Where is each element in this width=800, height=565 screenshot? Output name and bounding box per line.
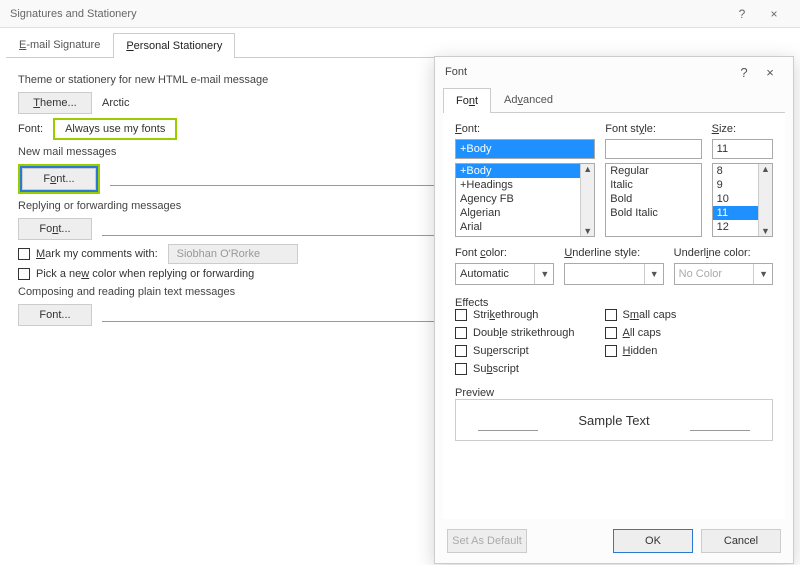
preview-header: Preview xyxy=(455,387,773,399)
scrollbar[interactable]: ▲▼ xyxy=(580,164,594,236)
ok-button[interactable]: OK xyxy=(613,529,693,553)
chevron-down-icon: ▼ xyxy=(644,264,659,284)
list-item[interactable]: +Headings xyxy=(456,178,594,192)
font-label: Font: xyxy=(18,123,43,135)
set-default-button: Set As Default xyxy=(447,529,527,553)
size-listbox[interactable]: 8 9 10 11 12 ▲▼ xyxy=(712,163,773,237)
dialog-title: Font xyxy=(445,66,467,78)
font-color-label: Font color: xyxy=(455,247,554,259)
underline-color-dropdown[interactable]: No Color▼ xyxy=(674,263,773,285)
strikethrough-checkbox[interactable]: Strikethrough xyxy=(455,309,575,321)
font-color-dropdown[interactable]: Automatic▼ xyxy=(455,263,554,285)
theme-button[interactable]: Theme... xyxy=(18,92,92,114)
tab-personal-stationery[interactable]: Personal Stationery xyxy=(113,33,235,58)
style-input[interactable] xyxy=(605,139,701,159)
subscript-checkbox[interactable]: Subscript xyxy=(455,363,575,375)
scrollbar[interactable]: ▲▼ xyxy=(758,164,772,236)
underline-style-dropdown[interactable]: ▼ xyxy=(564,263,663,285)
font-button-plain[interactable]: Font... xyxy=(18,304,92,326)
list-item[interactable]: Regular xyxy=(606,164,700,178)
dialog-footer: Set As Default OK Cancel xyxy=(435,519,793,563)
chevron-down-icon: ▼ xyxy=(534,264,549,284)
underline-style-label: Underline style: xyxy=(564,247,663,259)
style-field-label: Font style: xyxy=(605,123,701,135)
help-icon[interactable]: ? xyxy=(726,7,758,21)
font-listbox[interactable]: +Body +Headings Agency FB Algerian Arial… xyxy=(455,163,595,237)
close-icon[interactable]: × xyxy=(758,7,790,21)
font-input[interactable]: +Body xyxy=(455,139,595,159)
font-button-new[interactable]: Font... xyxy=(22,168,96,190)
theme-name: Arctic xyxy=(102,97,130,109)
small-caps-checkbox[interactable]: Small caps xyxy=(605,309,677,321)
list-item[interactable]: +Body xyxy=(456,164,594,178)
style-listbox[interactable]: Regular Italic Bold Bold Italic xyxy=(605,163,701,237)
close-icon[interactable]: × xyxy=(757,65,783,80)
size-input[interactable]: 11 xyxy=(712,139,773,159)
chevron-down-icon: ▼ xyxy=(753,264,768,284)
hidden-checkbox[interactable]: Hidden xyxy=(605,345,677,357)
mark-comments-checkbox[interactable]: Mark my comments with: xyxy=(18,248,158,260)
list-item[interactable]: Arial xyxy=(456,220,594,234)
preview-box: Sample Text xyxy=(455,399,773,441)
list-item[interactable]: Bold Italic xyxy=(606,206,700,220)
font-dialog: Font ? × Font Advanced Font: +Body +Body… xyxy=(434,56,794,564)
checkbox-icon xyxy=(18,268,30,280)
tab-email-signature[interactable]: E-mail Signature xyxy=(6,32,113,57)
help-icon[interactable]: ? xyxy=(731,65,757,80)
cancel-button[interactable]: Cancel xyxy=(701,529,781,553)
dialog-tabs: Font Advanced xyxy=(435,87,793,112)
dialog-titlebar: Font ? × xyxy=(435,57,793,87)
list-item[interactable]: Algerian xyxy=(456,206,594,220)
preview-text: Sample Text xyxy=(578,413,649,428)
effects-header: Effects xyxy=(455,297,773,309)
all-caps-checkbox[interactable]: All caps xyxy=(605,327,677,339)
underline-color-label: Underline color: xyxy=(674,247,773,259)
list-item[interactable]: Agency FB xyxy=(456,192,594,206)
list-item[interactable]: Bold xyxy=(606,192,700,206)
checkbox-icon xyxy=(18,248,30,260)
font-mode-dropdown[interactable]: Always use my fonts xyxy=(53,118,177,140)
font-button-reply[interactable]: Font... xyxy=(18,218,92,240)
tab-advanced[interactable]: Advanced xyxy=(491,87,566,112)
list-item[interactable]: Italic xyxy=(606,178,700,192)
parent-tabs: E-mail Signature Personal Stationery xyxy=(0,28,800,57)
size-field-label: Size: xyxy=(712,123,773,135)
superscript-checkbox[interactable]: Superscript xyxy=(455,345,575,357)
font-field-label: Font: xyxy=(455,123,595,135)
commenter-field: Siobhan O'Rorke xyxy=(168,244,298,264)
parent-title: Signatures and Stationery xyxy=(10,8,137,20)
pick-color-checkbox[interactable]: Pick a new color when replying or forwar… xyxy=(18,268,254,280)
double-strike-checkbox[interactable]: Double strikethrough xyxy=(455,327,575,339)
parent-titlebar: Signatures and Stationery ? × xyxy=(0,0,800,28)
tab-font[interactable]: Font xyxy=(443,88,491,113)
